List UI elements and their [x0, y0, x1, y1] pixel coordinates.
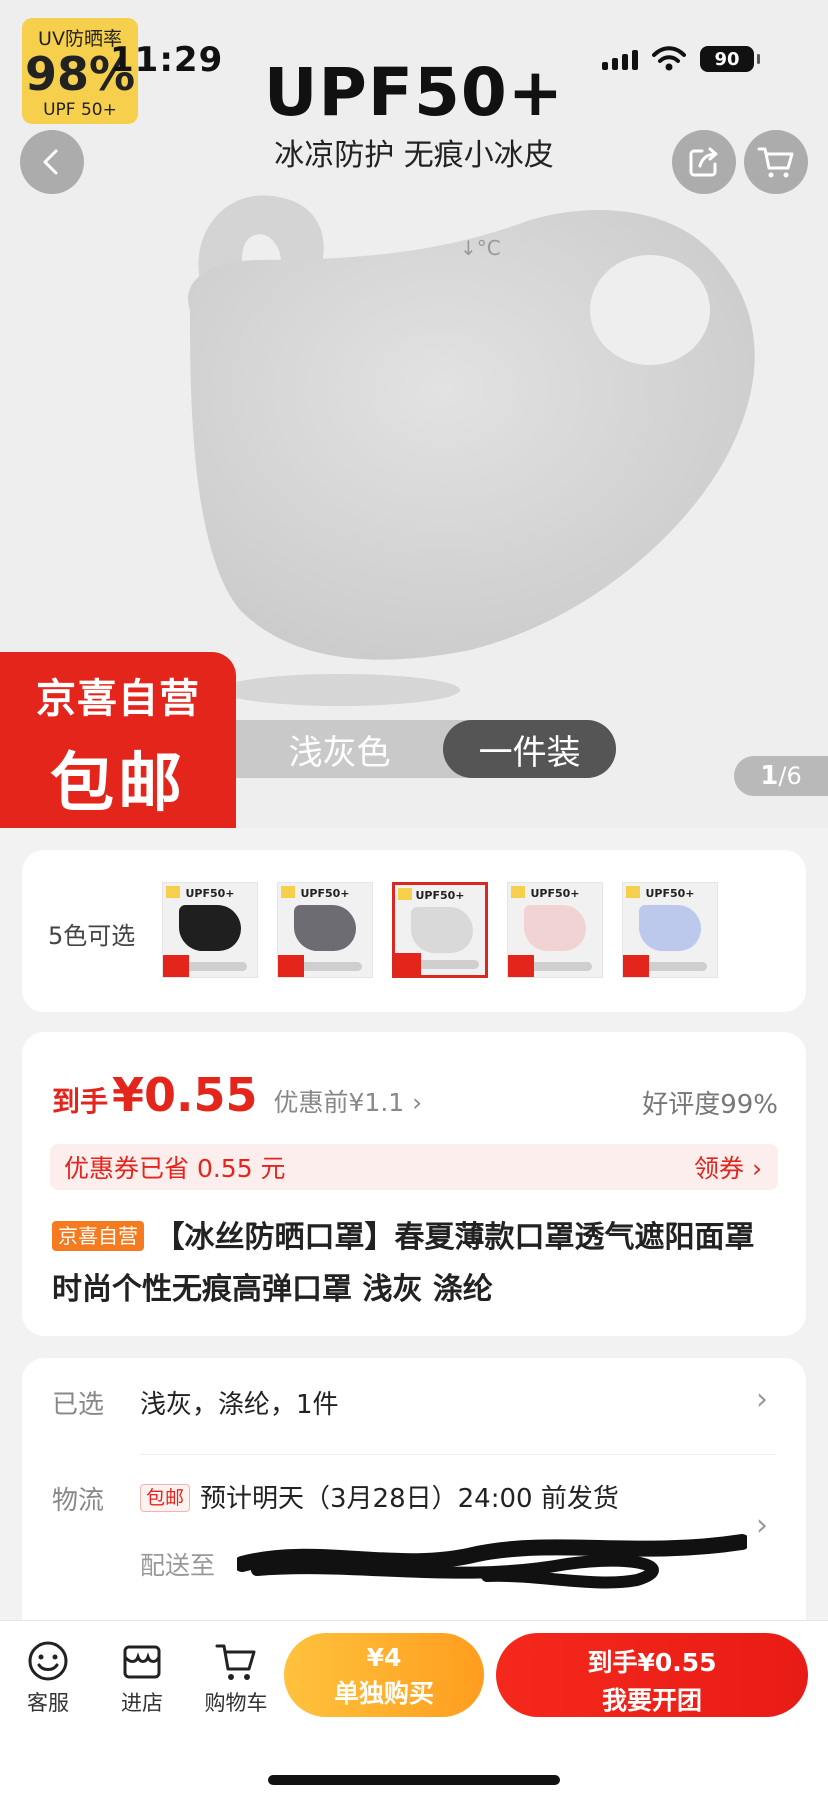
variant-pill: 浅灰色 一件装	[236, 720, 616, 778]
jingxi-promo-badge: 京喜自营 包邮	[0, 652, 236, 828]
single-price: ¥4	[366, 1643, 402, 1672]
store-icon	[123, 1645, 161, 1679]
group-label: 我要开团	[601, 1686, 702, 1715]
address-redaction-scribble	[237, 1534, 747, 1589]
color-count-label: 5色可选	[48, 922, 136, 950]
color-thumbnail[interactable]: UPF50+	[277, 882, 373, 978]
page-current: 1	[760, 761, 779, 791]
delivery-address: 配送至	[140, 1551, 216, 1580]
shipping-eta: 预计明天（3月28日）24:00 前发货	[200, 1484, 619, 1514]
thumb-title: UPF50+	[530, 887, 580, 900]
cart-label: 购物车	[204, 1691, 268, 1715]
coupon-bar[interactable]: 优惠券已省 0.55 元 领券 ›	[50, 1144, 778, 1190]
thumb-title: UPF50+	[415, 889, 465, 902]
mask-product-image: ↓°C	[188, 195, 755, 706]
color-thumbnail[interactable]: UPF50+	[507, 882, 603, 978]
coupon-saved-text: 优惠券已省 0.55 元	[64, 1154, 286, 1183]
claim-coupon-link[interactable]: 领券 ›	[694, 1149, 762, 1185]
thumb-title: UPF50+	[185, 887, 235, 900]
logistics-label: 物流	[52, 1486, 105, 1516]
start-group-buy-button[interactable]: 到手¥0.55 我要开团	[496, 1633, 808, 1717]
share-button[interactable]	[672, 130, 736, 194]
mini-promo-badge	[508, 955, 534, 977]
chevron-right-icon: ›	[756, 1508, 768, 1543]
chevron-left-icon	[43, 149, 58, 175]
product-image-carousel[interactable]: ↓°C UV防晒率 98% UPF 50+ 11:29 90 UPF50+ 冰凉…	[0, 0, 828, 828]
color-options-card: 5色可选 UPF50+ UPF50+ UPF50+ UPF50+ UPF50+	[22, 850, 806, 1012]
selection-card: 已选 浅灰，涤纶，1件 › 物流 包邮 预计明天（3月28日）24:00 前发货 …	[22, 1358, 806, 1658]
group-price: 到手¥0.55	[587, 1648, 717, 1677]
mini-variant-pill	[534, 962, 592, 971]
store-button[interactable]: 进店	[102, 1639, 182, 1717]
mini-promo-badge	[623, 955, 649, 977]
rating-text[interactable]: 好评度99%	[642, 1084, 778, 1121]
home-indicator	[268, 1775, 560, 1785]
mini-variant-pill	[304, 962, 362, 971]
chevron-right-icon: ›	[756, 1382, 768, 1417]
free-shipping-tag: 包邮	[140, 1484, 191, 1512]
product-title: 京喜自营 【冰丝防晒口罩】春夏薄款口罩透气遮阳面罩时尚个性无痕高弹口罩 浅灰 涤…	[52, 1212, 782, 1316]
hero-title: UPF50+	[263, 54, 565, 131]
mini-variant-pill	[649, 962, 707, 971]
mini-promo-badge	[163, 955, 189, 977]
cart-button[interactable]: 购物车	[196, 1639, 276, 1717]
mask-swatch	[639, 905, 701, 951]
thumb-title: UPF50+	[645, 887, 695, 900]
store-label: 进店	[121, 1691, 163, 1715]
mini-variant-pill	[189, 962, 247, 971]
promo-line2: 包邮	[50, 747, 186, 821]
mini-variant-pill	[421, 960, 479, 969]
buy-single-button[interactable]: ¥4 单独购买	[284, 1633, 484, 1717]
color-thumbnail[interactable]: UPF50+	[162, 882, 258, 978]
selected-value: 浅灰，涤纶，1件	[140, 1390, 339, 1420]
mask-swatch	[294, 905, 356, 951]
variant-pack: 一件装	[443, 720, 616, 778]
cart-top-button[interactable]	[744, 130, 808, 194]
mini-promo-badge	[278, 955, 304, 977]
image-page-indicator: 1 /6	[734, 756, 828, 796]
customer-service-button[interactable]: 客服	[8, 1639, 88, 1717]
mask-swatch	[411, 907, 473, 953]
back-button[interactable]	[20, 130, 84, 194]
color-thumbnail[interactable]: UPF50+	[392, 882, 488, 978]
jingxi-tag: 京喜自营	[52, 1221, 144, 1251]
page-total: /6	[778, 762, 802, 790]
mask-swatch	[524, 905, 586, 951]
price-card: 到手 ¥0.55 优惠前¥1.1 › 好评度99% 优惠券已省 0.55 元 领…	[22, 1032, 806, 1336]
variant-color: 浅灰色	[288, 732, 391, 773]
final-price: ¥0.55	[112, 1068, 258, 1122]
service-label: 客服	[27, 1691, 69, 1715]
bottom-action-bar: 客服 进店 购物车 ¥4 单独购买 到手¥0.55 我要开团	[0, 1620, 828, 1796]
divider	[140, 1454, 776, 1455]
selected-label: 已选	[52, 1390, 105, 1420]
smile-icon	[28, 1641, 68, 1681]
original-price-link[interactable]: 优惠前¥1.1 ›	[274, 1083, 423, 1119]
promo-line1: 京喜自营	[36, 676, 200, 722]
cart-icon	[757, 147, 794, 178]
price-prefix: 到手	[52, 1085, 109, 1118]
thumb-title: UPF50+	[300, 887, 350, 900]
product-title-text: 【冰丝防晒口罩】春夏薄款口罩透气遮阳面罩时尚个性无痕高弹口罩 浅灰 涤纶	[52, 1220, 755, 1307]
single-label: 单独购买	[333, 1679, 434, 1708]
color-thumbnail[interactable]: UPF50+	[622, 882, 718, 978]
shipping-info: 包邮 预计明天（3月28日）24:00 前发货	[140, 1478, 619, 1515]
price-row: 到手 ¥0.55 优惠前¥1.1 ›	[52, 1068, 422, 1122]
share-icon	[689, 147, 718, 177]
cart-icon	[215, 1644, 256, 1680]
mask-temp-label: ↓°C	[460, 236, 501, 260]
color-thumbnails: UPF50+ UPF50+ UPF50+ UPF50+ UPF50+	[162, 882, 718, 978]
mask-swatch	[179, 905, 241, 951]
mini-promo-badge	[395, 953, 421, 975]
